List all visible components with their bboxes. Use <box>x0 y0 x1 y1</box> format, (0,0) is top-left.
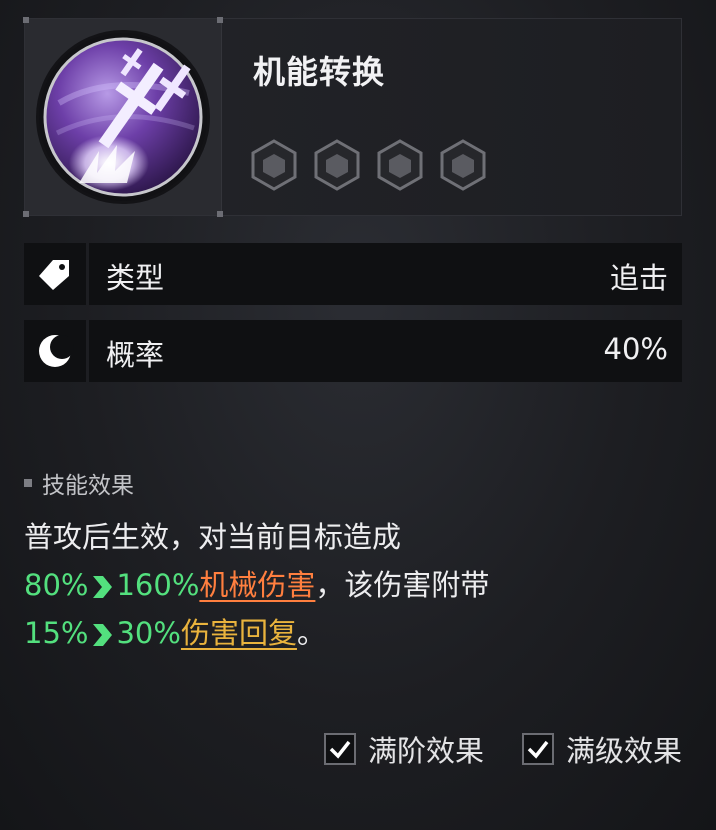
skill-card: 机能转换 <box>23 17 682 217</box>
desc-line: 80% 160%机械伤害，该伤害附带 <box>24 561 684 609</box>
stat-label: 概率 <box>106 338 165 372</box>
checkmark-icon <box>329 740 351 759</box>
effect-header: 技能效果 <box>24 466 134 500</box>
desc-text: ，该伤害附带 <box>315 568 490 602</box>
max-level-toggle[interactable]: 满级效果 <box>521 728 682 770</box>
desc-line: 普攻后生效，对当前目标造成 <box>24 513 684 561</box>
heal-type-link[interactable]: 伤害回复 <box>181 616 297 650</box>
max-rank-checkbox[interactable] <box>323 733 356 765</box>
frame-corner <box>217 211 223 217</box>
effect-header-label: 技能效果 <box>42 473 134 499</box>
hexagon-slot-icon <box>251 139 297 191</box>
max-rank-label: 满阶效果 <box>367 734 484 768</box>
max-level-label: 满级效果 <box>565 734 682 768</box>
desc-text: 普攻后生效，对当前目标造成 <box>24 520 402 554</box>
square-bullet-icon <box>24 479 32 487</box>
heal-from-value: 15% <box>24 616 89 650</box>
damage-type-link[interactable]: 机械伤害 <box>199 568 315 602</box>
max-level-checkbox[interactable] <box>521 733 554 765</box>
frame-corner <box>23 17 29 23</box>
upgrade-arrow-icon <box>93 624 113 646</box>
effect-toggles: 满阶效果 满级效果 <box>323 728 682 770</box>
desc-text: 。 <box>296 616 326 650</box>
stat-value: 追击 <box>609 261 668 295</box>
stat-row-chance: 概率 40% <box>24 320 682 382</box>
checkmark-icon <box>527 740 549 759</box>
frame-corner <box>217 17 223 23</box>
hexagon-slot-icon <box>314 139 360 191</box>
stat-label: 类型 <box>106 261 165 295</box>
crescent-moon-icon <box>24 320 89 382</box>
hexagon-slot-icon <box>440 139 486 191</box>
stat-row-type: 类型 追击 <box>24 243 682 305</box>
max-rank-toggle[interactable]: 满阶效果 <box>323 728 484 770</box>
frame-corner <box>23 211 29 217</box>
tag-icon <box>24 243 89 305</box>
damage-to-value: 160% <box>116 568 200 602</box>
skill-name: 机能转换 <box>253 53 386 91</box>
stat-value: 40% <box>603 332 668 366</box>
effect-description: 普攻后生效，对当前目标造成 80% 160%机械伤害，该伤害附带 15% 30%伤害… <box>24 513 684 657</box>
crossed-swords-orb-icon <box>39 33 207 201</box>
upgrade-arrow-icon <box>93 576 113 598</box>
heal-to-value: 30% <box>116 616 181 650</box>
hexagon-slot-icon <box>377 139 423 191</box>
desc-line: 15% 30%伤害回复。 <box>24 609 684 657</box>
upgrade-slots <box>249 139 488 191</box>
skill-icon-frame <box>23 17 223 217</box>
damage-from-value: 80% <box>24 568 89 602</box>
